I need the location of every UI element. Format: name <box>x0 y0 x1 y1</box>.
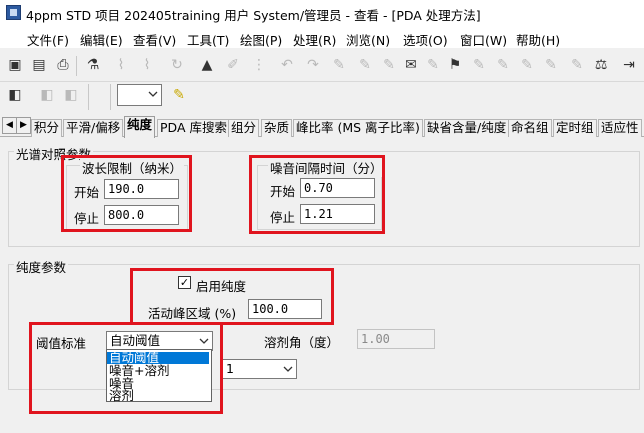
tool9-icon[interactable]: ✎ <box>518 56 536 74</box>
tool4-icon[interactable]: ✉ <box>402 56 420 74</box>
format-combo[interactable] <box>117 84 162 106</box>
secondary-select-value: 1 <box>226 361 234 376</box>
highlight-icon[interactable]: ✎ <box>170 86 188 104</box>
tool2-icon[interactable]: ✎ <box>356 56 374 74</box>
tab-scroll-right-icon[interactable]: ▶ <box>16 117 31 134</box>
annotation-box-purity <box>130 268 334 325</box>
menu-help[interactable]: 帮助(H) <box>516 30 560 49</box>
spectrum-icon[interactable]: ✐ <box>224 56 242 74</box>
annotation-box-wavelength <box>61 155 192 232</box>
integrate-icon[interactable]: ⌇ <box>112 56 130 74</box>
tool11-icon[interactable]: ✎ <box>568 56 586 74</box>
secondary-select[interactable]: 1 <box>222 359 297 379</box>
exit-icon[interactable]: ⇥ <box>620 56 638 74</box>
annotation-box-noise <box>249 155 385 234</box>
chevron-down-icon <box>283 366 293 372</box>
menu-view[interactable]: 查看(V) <box>133 30 176 49</box>
solvent-angle-input[interactable]: 1.00 <box>357 329 435 349</box>
paste-icon[interactable]: ◧ <box>62 86 80 104</box>
menu-plot[interactable]: 绘图(P) <box>240 30 282 49</box>
menu-browse[interactable]: 浏览(N) <box>346 30 390 49</box>
refresh-icon[interactable]: ↻ <box>168 56 186 74</box>
menu-edit[interactable]: 编辑(E) <box>80 30 123 49</box>
redo-icon[interactable]: ↷ <box>304 56 322 74</box>
tab-suitability[interactable]: 适应性 <box>598 119 642 137</box>
tab-named-groups[interactable]: 命名组 <box>508 119 552 137</box>
eraser-icon[interactable]: ◧ <box>6 86 24 104</box>
menu-file[interactable]: 文件(F) <box>27 30 69 49</box>
title-bar: 4ppm STD 项目 202405training 用户 System/管理员… <box>0 0 644 26</box>
ruler-icon[interactable]: ⋮ <box>250 56 268 74</box>
tab-peak-ratio[interactable]: 峰比率 (MS 离子比率) <box>293 119 423 137</box>
undo-icon[interactable]: ↶ <box>278 56 296 74</box>
tab-scroll-left-icon[interactable]: ◀ <box>2 117 17 134</box>
tool-icon[interactable]: ✎ <box>330 56 348 74</box>
tab-purity[interactable]: 纯度 <box>124 116 156 138</box>
save-icon[interactable]: ▣ <box>6 56 24 74</box>
app-icon <box>6 5 21 20</box>
tab-default-content-purity[interactable]: 缺省含量/纯度 <box>424 119 510 137</box>
purity-parameters-label: 纯度参数 <box>14 257 69 276</box>
tool5-icon[interactable]: ✎ <box>424 56 442 74</box>
annotation-box-threshold <box>29 322 223 414</box>
tab-smooth-offset[interactable]: 平滑/偏移 <box>63 119 124 137</box>
tab-timed-groups[interactable]: 定时组 <box>553 119 597 137</box>
chevron-down-icon <box>148 91 158 97</box>
tool10-icon[interactable]: ✎ <box>542 56 560 74</box>
peak-icon[interactable]: ⌇ <box>138 56 156 74</box>
menu-window[interactable]: 窗口(W) <box>460 30 507 49</box>
chart-icon[interactable]: ▲ <box>198 56 216 74</box>
tool12-icon[interactable]: ⚖ <box>592 56 610 74</box>
solvent-angle-label: 溶剂角（度） <box>264 335 340 350</box>
tool3-icon[interactable]: ✎ <box>380 56 398 74</box>
menu-process[interactable]: 处理(R) <box>293 30 336 49</box>
tab-impurities[interactable]: 杂质 <box>261 119 293 137</box>
open-icon[interactable]: ▤ <box>30 56 48 74</box>
main-toolbar: ▣ ▤ ⎙ ⚗ ⌇ ⌇ ↻ ▲ ✐ ⋮ ↶ ↷ ✎ ✎ ✎ ✉ ✎ ⚑ ✎ ✎ … <box>0 50 644 82</box>
tab-components[interactable]: 组分 <box>228 119 260 137</box>
tool7-icon[interactable]: ✎ <box>470 56 488 74</box>
window-title: 4ppm STD 项目 202405training 用户 System/管理员… <box>26 8 481 23</box>
tool8-icon[interactable]: ✎ <box>494 56 512 74</box>
menu-bar: 文件(F) 编辑(E) 查看(V) 工具(T) 绘图(P) 处理(R) 浏览(N… <box>0 26 644 69</box>
tab-integration[interactable]: 积分 <box>31 119 63 137</box>
copy-icon[interactable]: ◧ <box>38 86 56 104</box>
print-icon[interactable]: ⎙ <box>54 56 72 74</box>
tab-pda-library-search[interactable]: PDA 库搜索 <box>157 119 230 137</box>
menu-options[interactable]: 选项(O) <box>403 30 448 49</box>
tool6-icon[interactable]: ⚑ <box>446 56 464 74</box>
secondary-toolbar: ◧ ◧ ◧ ✎ <box>0 82 644 112</box>
process-icon[interactable]: ⚗ <box>84 56 102 74</box>
menu-tools[interactable]: 工具(T) <box>187 30 229 49</box>
